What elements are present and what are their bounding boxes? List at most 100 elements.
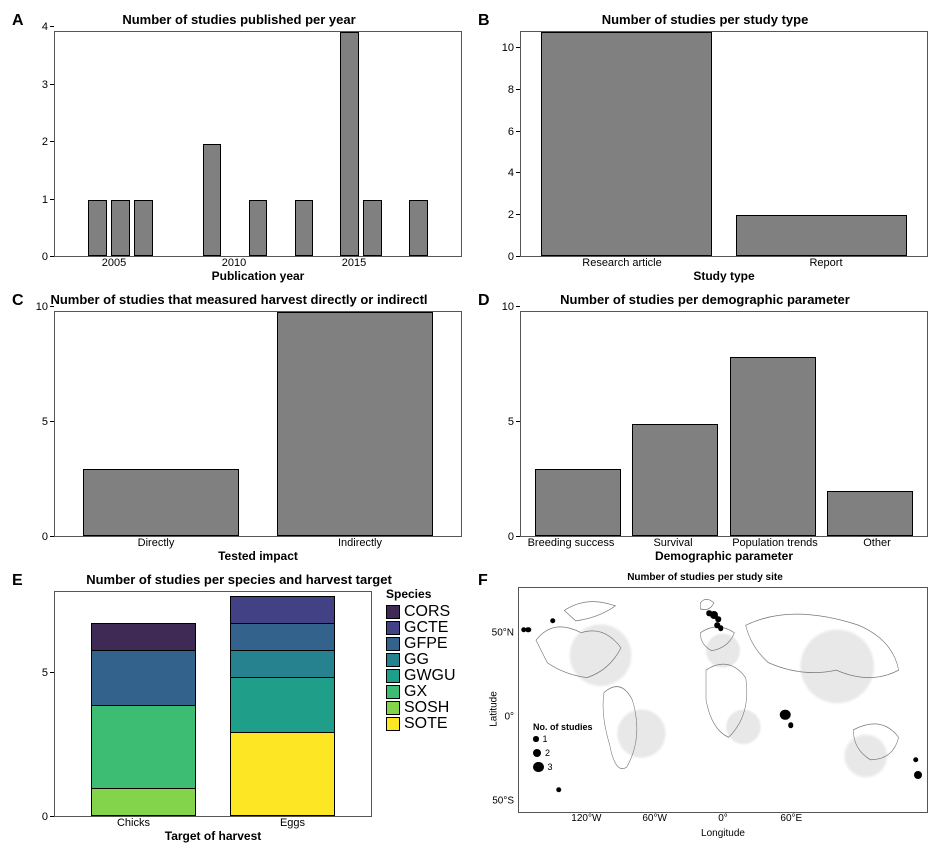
map-size-legend: No. of studies 123	[529, 720, 597, 776]
legend-item-gg: GG	[386, 652, 470, 668]
panel-d-plot	[520, 311, 928, 537]
bar	[83, 469, 239, 536]
x-tick: Population trends	[732, 537, 818, 549]
stack-segment-gfpe	[230, 623, 336, 651]
x-tick: Breeding success	[528, 537, 615, 549]
y-tick: 5	[508, 416, 514, 428]
stack-segment-cors	[91, 623, 197, 651]
map-point	[550, 618, 556, 624]
x-tick: 0°	[718, 813, 728, 824]
map-legend-row: 3	[533, 760, 593, 774]
species-legend-title: Species	[386, 587, 470, 601]
x-tick: Indirectly	[338, 537, 382, 549]
bar	[541, 32, 713, 256]
bar	[203, 144, 221, 256]
y-tick: 3	[42, 79, 48, 91]
panel-d: D Number of studies per demographic para…	[474, 288, 936, 564]
legend-item-sote: SOTE	[386, 716, 470, 732]
map-point	[556, 787, 562, 793]
panel-d-xlabel: Demographic parameter	[520, 549, 928, 563]
y-tick: 6	[508, 126, 514, 138]
stack-segment-gx	[91, 705, 197, 789]
y-tick: 50°S	[492, 796, 514, 807]
panel-c-xlabel: Tested impact	[54, 549, 462, 563]
y-tick: 5	[42, 416, 48, 428]
panel-f-ylabel: Latitude	[488, 691, 499, 727]
legend-swatch	[386, 653, 400, 667]
legend-swatch	[386, 605, 400, 619]
panel-e-title: Number of studies per species and harves…	[8, 568, 470, 587]
panel-a-xlabel: Publication year	[54, 269, 462, 283]
y-tick: 10	[502, 301, 514, 313]
panel-a-title: Number of studies published per year	[8, 8, 470, 27]
panel-a: A Number of studies published per year N…	[8, 8, 470, 284]
y-tick: 5	[42, 667, 48, 679]
panel-e: E Number of studies per species and harv…	[8, 568, 470, 844]
y-tick: 0	[508, 531, 514, 543]
y-tick: 2	[508, 209, 514, 221]
bar	[736, 215, 908, 256]
x-tick: Report	[809, 257, 842, 269]
legend-swatch	[386, 669, 400, 683]
legend-swatch	[386, 701, 400, 715]
panel-f: F Number of studies per study site Latit…	[474, 568, 936, 844]
y-tick: 0	[508, 251, 514, 263]
x-tick: Chicks	[117, 817, 150, 829]
map-point	[718, 626, 724, 632]
legend-swatch	[386, 717, 400, 731]
x-tick: 2005	[102, 257, 126, 269]
panel-f-map: No. of studies 123	[518, 587, 928, 813]
panel-b-xlabel: Study type	[520, 269, 928, 283]
y-tick: 0	[42, 811, 48, 823]
bar	[409, 200, 427, 256]
legend-swatch	[386, 637, 400, 651]
x-tick: Survival	[653, 537, 692, 549]
y-tick: 4	[42, 21, 48, 33]
map-point	[525, 627, 531, 633]
bar	[827, 491, 913, 536]
panel-f-title: Number of studies per study site	[474, 568, 936, 583]
world-outline	[519, 588, 927, 812]
bar	[535, 469, 621, 536]
panel-d-title: Number of studies per demographic parame…	[474, 288, 936, 307]
x-tick: 2010	[222, 257, 246, 269]
legend-item-sosh: SOSH	[386, 700, 470, 716]
bar	[88, 200, 106, 256]
legend-swatch	[386, 685, 400, 699]
y-tick: 0	[42, 251, 48, 263]
legend-item-gwgu: GWGU	[386, 668, 470, 684]
bar	[277, 312, 433, 536]
stack-segment-sote	[230, 732, 336, 816]
x-tick: 2015	[342, 257, 366, 269]
bar	[730, 357, 816, 536]
panel-c: C Number of studies that measured harves…	[8, 288, 470, 564]
stack-segment-gfpe	[91, 650, 197, 706]
legend-item-cors: CORS	[386, 604, 470, 620]
x-tick: Directly	[138, 537, 175, 549]
map-point	[913, 757, 919, 763]
y-tick: 10	[502, 42, 514, 54]
x-tick: Research article	[582, 257, 661, 269]
legend-item-gx: GX	[386, 684, 470, 700]
map-legend-row: 2	[533, 746, 593, 760]
legend-item-gfpe: GFPE	[386, 636, 470, 652]
map-point	[914, 771, 922, 779]
y-tick: 2	[42, 136, 48, 148]
map-legend-row: 1	[533, 732, 593, 746]
bar	[340, 32, 358, 256]
y-tick: 0	[42, 531, 48, 543]
panel-b-title: Number of studies per study type	[474, 8, 936, 27]
y-tick: 0°	[504, 712, 514, 723]
panel-e-xlabel: Target of harvest	[54, 829, 372, 843]
map-point	[788, 723, 794, 729]
x-tick: 60°E	[780, 813, 802, 824]
panel-f-xlabel: Longitude	[518, 828, 928, 839]
x-tick: 60°W	[642, 813, 667, 824]
bar	[632, 424, 718, 536]
legend-swatch	[386, 621, 400, 635]
map-point	[780, 710, 791, 721]
bar	[134, 200, 152, 256]
y-tick: 1	[42, 194, 48, 206]
x-tick: 120°W	[571, 813, 601, 824]
stack-segment-gg	[230, 650, 336, 678]
